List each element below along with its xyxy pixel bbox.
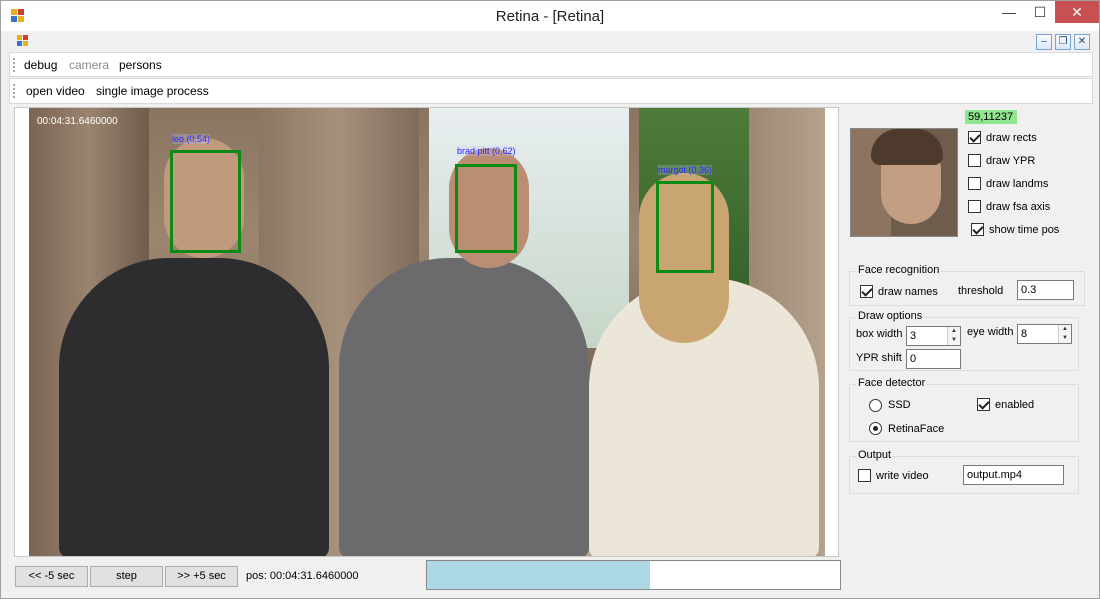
face-label-margot: margot (0,36) [658,165,713,175]
eye-width-label: eye width [967,326,1014,338]
menu-grip[interactable] [13,58,16,72]
output-filename-input[interactable]: output.mp4 [963,465,1064,485]
face-box-brad-pitt [455,164,517,253]
threshold-label: threshold [958,285,1004,297]
menu-persons[interactable]: persons [119,58,162,72]
maximize-button[interactable]: ☐ [1025,1,1055,23]
mdi-close-button[interactable]: ✕ [1074,34,1090,50]
draw-ypr-checkbox[interactable] [968,154,981,167]
menu-debug[interactable]: debug [24,58,57,72]
tool-bar: open video single image process [9,78,1093,104]
box-width-label: box width [856,328,903,340]
menu-camera[interactable]: camera [69,58,109,72]
draw-landms-label: draw landms [986,178,1049,190]
show-time-pos-checkbox[interactable] [971,223,984,236]
box-width-value: 3 [910,330,917,342]
person-left-body [59,258,329,556]
face-detector-group: Face detector [849,377,1079,442]
write-video-checkbox[interactable] [858,469,871,482]
eye-width-arrows[interactable]: ▲ ▼ [1058,325,1071,343]
output-title: Output [856,449,894,461]
face-label-leo: leo (0,54) [172,134,211,144]
ssd-radio[interactable] [869,399,882,412]
mdi-restore-button[interactable]: ❐ [1055,34,1071,50]
video-panel: 00:04:31.6460000 leo (0,54) brad pitt (0… [14,107,839,557]
face-label-brad-pitt: brad pitt (0,62) [457,146,516,156]
person-middle-body [339,258,589,556]
video-progress-bar[interactable] [426,560,841,590]
video-frame[interactable]: 00:04:31.6460000 leo (0,54) brad pitt (0… [29,108,825,556]
forward-5-sec-button[interactable]: >> +5 sec [165,566,238,587]
draw-fsa-axis-checkbox[interactable] [968,200,981,213]
fps-readout: 59,11237 [965,110,1017,124]
write-video-label: write video [876,470,929,482]
step-button[interactable]: step [90,566,163,587]
detector-enabled-checkbox[interactable] [977,398,990,411]
face-detector-title: Face detector [856,377,928,389]
ypr-shift-input[interactable]: 0 [906,349,961,369]
face-recognition-title: Face recognition [856,264,942,276]
threshold-input[interactable]: 0.3 [1017,280,1074,300]
draw-rects-label: draw rects [986,132,1037,144]
show-time-pos-label: show time pos [989,224,1060,236]
eye-width-value: 8 [1021,328,1028,340]
window-title: Retina - [Retina] [495,8,605,25]
ypr-shift-label: YPR shift [856,352,902,364]
face-box-margot [656,181,714,273]
mdi-child-bar: – ❐ ✕ [9,32,1093,52]
box-width-stepper[interactable]: 3 ▲ ▼ [906,326,961,346]
draw-ypr-label: draw YPR [986,155,1036,167]
toolbar-grip[interactable] [13,84,16,98]
single-image-process-button[interactable]: single image process [96,84,209,98]
minimize-button[interactable]: — [994,1,1024,23]
box-width-arrows[interactable]: ▲ ▼ [947,327,960,345]
video-progress-fill [427,561,651,589]
draw-names-checkbox[interactable] [860,285,873,298]
face-thumbnail [850,128,958,237]
title-bar[interactable]: Retina - [Retina] — ☐ ✕ [1,1,1099,31]
draw-fsa-axis-label: draw fsa axis [986,201,1051,213]
ssd-label: SSD [888,399,911,411]
close-button[interactable]: ✕ [1055,1,1099,23]
main-window: Retina - [Retina] — ☐ ✕ – ❐ ✕ debug came… [0,0,1100,599]
detector-enabled-label: enabled [995,399,1035,411]
retinaface-label: RetinaFace [888,423,945,435]
mdi-minimize-button[interactable]: – [1036,34,1052,50]
menu-bar: debug camera persons [9,52,1093,77]
face-box-leo [170,150,241,253]
back-5-sec-button[interactable]: << -5 sec [15,566,88,587]
draw-options-title: Draw options [856,310,925,322]
video-timestamp: 00:04:31.6460000 [37,116,118,127]
draw-rects-checkbox[interactable] [968,131,981,144]
eye-width-stepper[interactable]: 8 ▲ ▼ [1017,324,1072,344]
retinaface-radio[interactable] [869,422,882,435]
position-label: pos: 00:04:31.6460000 [246,570,359,582]
draw-landms-checkbox[interactable] [968,177,981,190]
mdi-child-icon[interactable] [17,35,29,47]
open-video-button[interactable]: open video [26,84,85,98]
draw-names-label: draw names [878,286,938,298]
